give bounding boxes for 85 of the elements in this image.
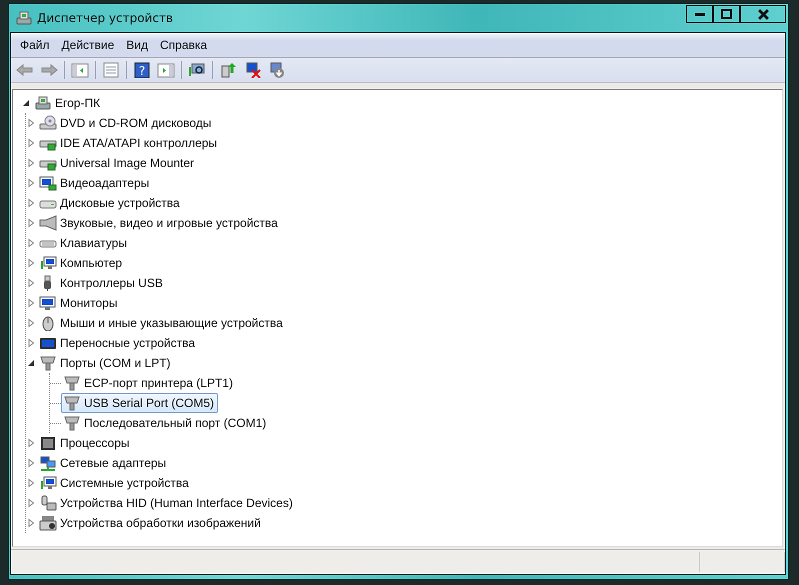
device-label: Клавиатуры: [60, 236, 127, 250]
device-label: Процессоры: [60, 436, 130, 450]
help-glyph: ?: [138, 64, 146, 78]
panel-icon: [157, 62, 175, 78]
input-device-icon: [39, 495, 57, 511]
tree-item[interactable]: Контроллеры USB: [37, 273, 167, 293]
expander-icon[interactable]: [21, 98, 31, 108]
scanner-icon: [39, 515, 57, 531]
menu-item[interactable]: Действие: [56, 36, 120, 54]
tree-item[interactable]: Сетевые адаптеры: [37, 453, 170, 473]
processor-icon: [39, 435, 57, 451]
device-label: IDE ATA/ATAPI контроллеры: [60, 136, 218, 150]
device-label: Видеоадаптеры: [60, 176, 150, 190]
port-connector-icon: [63, 395, 81, 411]
maximize-icon: [721, 9, 732, 19]
maximize-button[interactable]: [713, 5, 740, 23]
close-button[interactable]: [740, 5, 786, 23]
tree-item[interactable]: Процессоры: [37, 433, 134, 453]
close-icon: [758, 8, 768, 20]
tree-item[interactable]: Системные устройства: [37, 473, 193, 493]
device-label: Устройства обработки изображений: [60, 516, 261, 530]
tree-item[interactable]: DVD и CD-ROM дисководы: [37, 113, 216, 133]
device-label: Звуковые, видео и игровые устройства: [60, 216, 278, 230]
tree-item[interactable]: Мыши и иные указывающие устройства: [37, 313, 287, 333]
device-label: Переносные устройства: [60, 336, 196, 350]
panel-icon: [71, 62, 89, 78]
port-connector-icon: [63, 415, 81, 431]
tree-item[interactable]: USB Serial Port (COM5): [61, 393, 218, 413]
tree-item[interactable]: Видеоадаптеры: [37, 173, 154, 193]
device-label: Мониторы: [60, 296, 118, 310]
device-label: ECP-порт принтера (LPT1): [84, 376, 233, 390]
device-label: Universal Image Mounter: [60, 156, 194, 170]
properties-icon: [102, 62, 120, 78]
action-pane-button[interactable]: [155, 61, 177, 79]
network-icon: [39, 455, 57, 471]
device-label: Егор-ПК: [55, 96, 100, 110]
tree-item[interactable]: Компьютер: [37, 253, 126, 273]
tree-item[interactable]: Мониторы: [37, 293, 122, 313]
tree-item[interactable]: Клавиатуры: [37, 233, 131, 253]
tree-item[interactable]: Устройства обработки изображений: [37, 513, 265, 533]
tree-item[interactable]: Переносные устройства: [37, 333, 200, 353]
device-manager-icon: [15, 10, 33, 26]
minimize-button[interactable]: [686, 5, 713, 23]
device-label: Сетевые адаптеры: [60, 456, 166, 470]
minimize-icon: [694, 12, 704, 16]
forward-arrow-icon: [40, 62, 58, 78]
disc-drive-icon: [39, 115, 57, 131]
device-label: Контроллеры USB: [60, 276, 163, 290]
device-label: Последовательный порт (COM1): [84, 416, 266, 430]
monitor-icon: [39, 295, 57, 311]
menu-item[interactable]: Справка: [154, 36, 214, 54]
help-button[interactable]: ?: [131, 61, 153, 79]
menu-item[interactable]: Файл: [14, 36, 56, 54]
port-connector-icon: [63, 375, 81, 391]
tree-item[interactable]: Порты (COM и LPT): [37, 353, 175, 373]
port-connector-icon: [39, 355, 57, 371]
console-tree-button[interactable]: [69, 61, 91, 79]
tree-item[interactable]: Егор-ПК: [32, 93, 104, 113]
device-label: Устройства HID (Human Interface Devices): [60, 496, 293, 510]
monitor-search-icon: [188, 62, 206, 78]
speaker-icon: [39, 215, 57, 231]
device-label: Системные устройства: [60, 476, 189, 490]
tree-item[interactable]: ECP-порт принтера (LPT1): [61, 373, 237, 393]
tree-item[interactable]: Устройства HID (Human Interface Devices): [37, 493, 297, 513]
tree-item[interactable]: Звуковые, видео и игровые устройства: [37, 213, 282, 233]
computer-monitor-icon: [39, 475, 57, 491]
computer-icon: [34, 95, 52, 111]
menu-item[interactable]: Вид: [120, 36, 154, 54]
device-label: Дисковые устройства: [60, 196, 180, 210]
tree-item[interactable]: Universal Image Mounter: [37, 153, 198, 173]
device-label: USB Serial Port (COM5): [84, 396, 214, 410]
device-label: Порты (COM и LPT): [60, 356, 171, 370]
device-label: Мыши и иные указывающие устройства: [60, 316, 283, 330]
update-icon: [219, 62, 237, 78]
device-label: DVD и CD-ROM дисководы: [60, 116, 212, 130]
device-label: Компьютер: [60, 256, 122, 270]
tree-item[interactable]: Дисковые устройства: [37, 193, 184, 213]
tree-item[interactable]: IDE ATA/ATAPI контроллеры: [37, 133, 222, 153]
portable-device-icon: [39, 335, 57, 351]
display-adapter-icon: [39, 175, 57, 191]
back-arrow-icon: [16, 62, 34, 78]
tree-item[interactable]: Последовательный порт (COM1): [61, 413, 270, 433]
expander-icon[interactable]: [26, 358, 36, 368]
computer-monitor-icon: [39, 255, 57, 271]
window-title: Диспетчер устройств: [37, 11, 174, 25]
